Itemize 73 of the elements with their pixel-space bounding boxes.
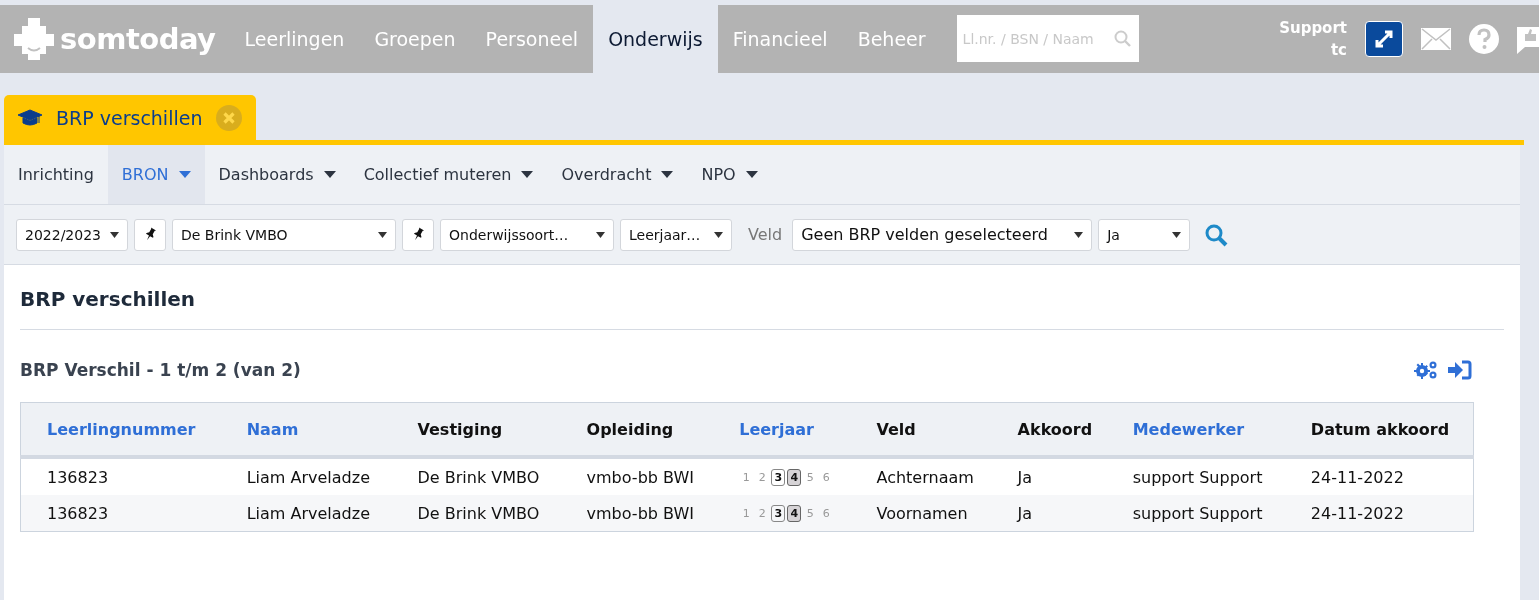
- table-cell: De Brink VMBO: [391, 457, 561, 495]
- table-cell: 24-11-2022: [1284, 495, 1474, 532]
- column-header[interactable]: Leerjaar: [713, 402, 851, 457]
- year-number: 3: [771, 468, 786, 486]
- submenu-item[interactable]: Inrichting: [4, 145, 108, 204]
- graduation-cap-icon: [18, 108, 42, 127]
- table-cell: vmbo-bb BWI: [560, 495, 714, 532]
- dropdown-select[interactable]: 2022/2023: [16, 218, 128, 251]
- caret-icon: [378, 231, 387, 238]
- dropdown-select[interactable]: Onderwijssoort…: [440, 218, 614, 251]
- caret-icon: [110, 231, 119, 238]
- table-cell: Liam Arveladze: [220, 495, 392, 532]
- dropdown-select[interactable]: Geen BRP velden geselecteerd: [792, 218, 1093, 251]
- caret-icon: [596, 231, 605, 238]
- section-heading: BRP verschillen: [20, 265, 1504, 330]
- table-cell: support Support: [1106, 495, 1285, 532]
- dropdown-select[interactable]: Ja: [1098, 218, 1191, 251]
- column-header: Opleiding: [560, 402, 714, 457]
- dropdown-select[interactable]: De Brink VMBO: [172, 218, 396, 251]
- caret-icon: [1172, 231, 1182, 238]
- column-header[interactable]: Naam: [220, 402, 392, 457]
- caret-icon: [714, 231, 723, 238]
- logo-icon: [14, 18, 54, 60]
- submenu-item[interactable]: NPO: [687, 145, 772, 204]
- year-number: 2: [757, 469, 767, 486]
- submenu-item[interactable]: BRON: [107, 145, 205, 204]
- dropdown-select[interactable]: Leerjaar…: [620, 218, 732, 251]
- user-initials: tc: [1330, 40, 1347, 61]
- filter-label: Veld: [748, 225, 783, 244]
- nav-tab[interactable]: Onderwijs: [593, 5, 718, 73]
- table-cell: Ja: [991, 495, 1107, 532]
- column-header[interactable]: Medewerker: [1106, 402, 1285, 457]
- column-header: Veld: [850, 402, 992, 457]
- year-number: 4: [787, 504, 802, 522]
- table-cell: 24-11-2022: [1284, 457, 1474, 495]
- expand-button[interactable]: [1365, 21, 1403, 57]
- submenu-item[interactable]: Overdracht: [547, 145, 688, 204]
- column-header: Datum akkoord: [1284, 402, 1474, 457]
- year-number: 1: [741, 505, 751, 522]
- column-header: Akkoord: [991, 402, 1107, 457]
- table-cell: vmbo-bb BWI: [560, 457, 714, 495]
- submenu-item[interactable]: Collectief muteren: [349, 145, 548, 204]
- table-cell: 136823: [20, 495, 221, 532]
- user-name: Support: [1279, 18, 1347, 39]
- year-number: 5: [805, 469, 815, 486]
- gears-icon[interactable]: [1414, 360, 1438, 380]
- search-icon: [1113, 30, 1131, 47]
- column-header[interactable]: Leerlingnummer: [20, 402, 221, 457]
- sign-in-icon[interactable]: [1448, 360, 1472, 380]
- table-cell: Liam Arveladze: [220, 457, 392, 495]
- table-cell: 136823: [20, 457, 221, 495]
- year-number: 6: [821, 505, 831, 522]
- year-number: 4: [787, 468, 802, 486]
- year-number: 1: [741, 469, 751, 486]
- table-cell: De Brink VMBO: [391, 495, 561, 532]
- caret-icon: [1074, 231, 1084, 238]
- table-cell: Achternaam: [850, 457, 992, 495]
- pin-button[interactable]: [134, 218, 166, 251]
- year-number: 3: [771, 504, 786, 522]
- search-icon: [1204, 222, 1229, 247]
- year-number: 5: [805, 505, 815, 522]
- column-header: Vestiging: [391, 402, 561, 457]
- pin-button[interactable]: [402, 218, 434, 251]
- submenu-item[interactable]: Dashboards: [204, 145, 350, 204]
- page-tab-title: BRP verschillen: [56, 106, 203, 129]
- year-number: 2: [757, 505, 767, 522]
- logo-text: somtoday: [60, 22, 216, 56]
- table-cell: Voornamen: [850, 495, 992, 532]
- year-number: 6: [821, 469, 831, 486]
- expand-arrows-icon: [1373, 28, 1395, 50]
- table-cell: Ja: [991, 457, 1107, 495]
- table-title: BRP Verschil - 1 t/m 2 (van 2): [20, 360, 301, 380]
- table-cell: support Support: [1106, 457, 1285, 495]
